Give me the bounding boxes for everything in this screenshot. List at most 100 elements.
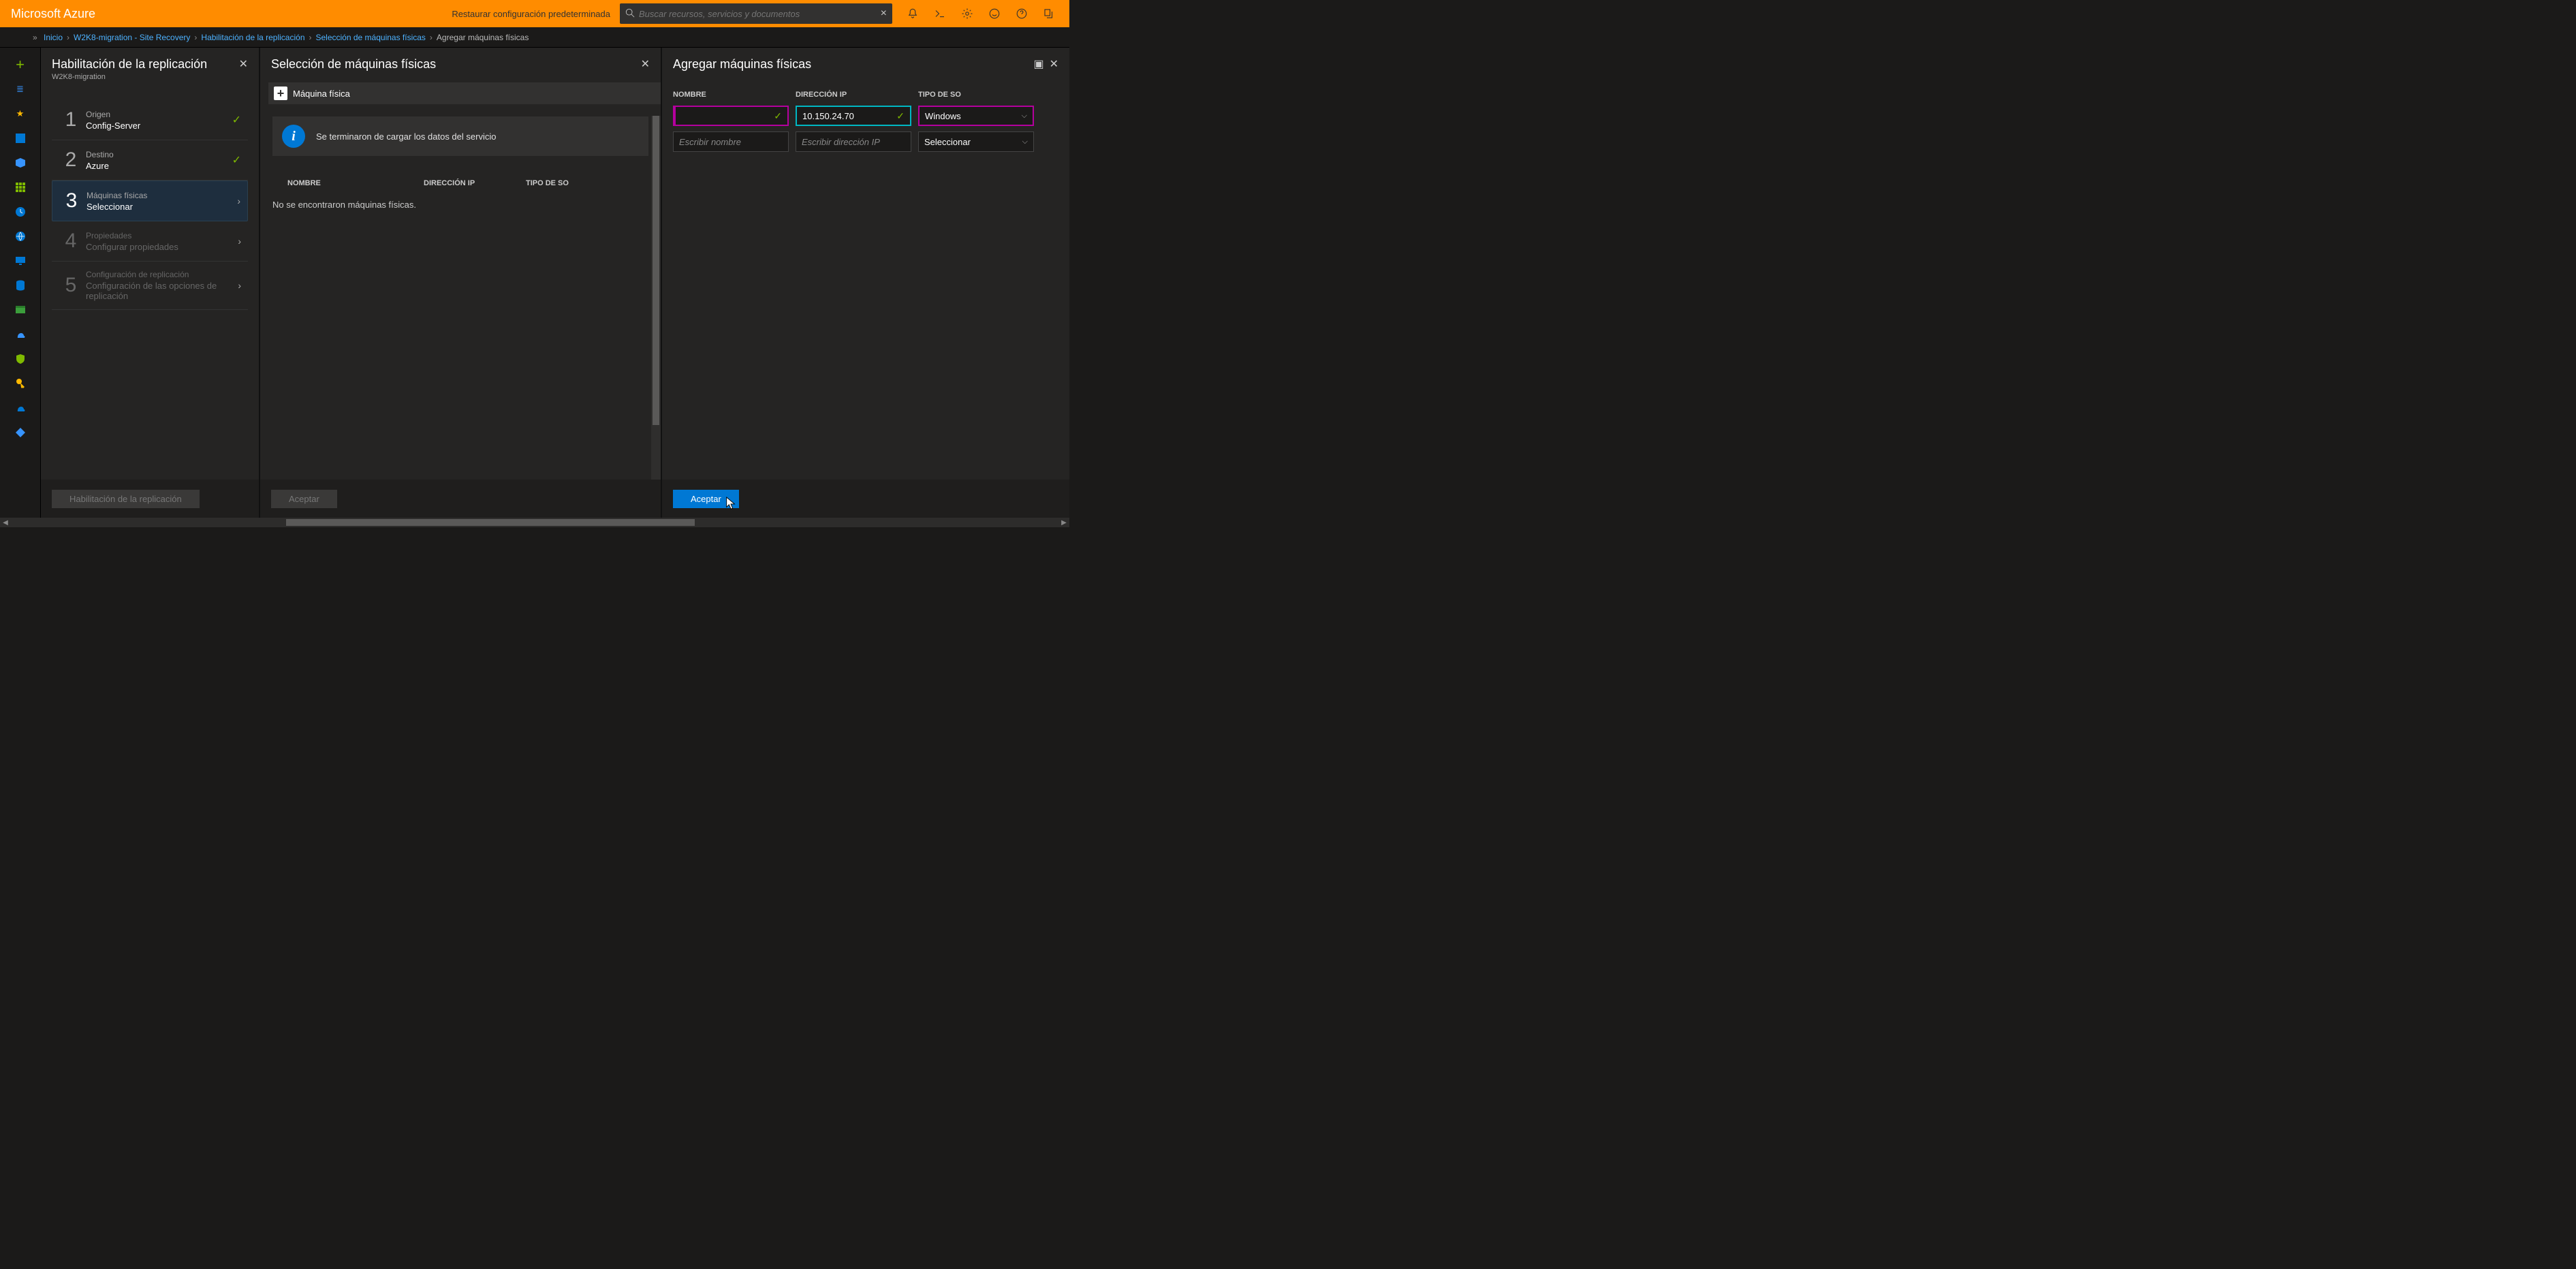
form-col-name: NOMBRE: [673, 91, 796, 99]
ip-input-validated[interactable]: 10.150.24.70 ✓: [796, 106, 911, 126]
nav-recent-icon[interactable]: [7, 200, 34, 223]
nav-all-services-icon[interactable]: ≣: [7, 78, 34, 101]
nav-keys-icon[interactable]: [7, 372, 34, 395]
col-ip: DIRECCIÓN IP: [424, 179, 526, 187]
nav-app-services-icon[interactable]: [7, 225, 34, 248]
blade1-subtitle: W2K8-migration: [52, 73, 234, 81]
nav-security-icon[interactable]: [7, 347, 34, 371]
chevron-right-icon: ›: [237, 195, 240, 206]
top-icon-bar: [899, 0, 1063, 27]
nav-create-icon[interactable]: +: [7, 53, 34, 76]
chevron-down-icon: ⌵: [1022, 112, 1027, 121]
blades-container: Habilitación de la replicación W2K8-migr…: [41, 48, 1069, 518]
col-os: TIPO DE SO: [526, 179, 608, 187]
os-select[interactable]: Windows ⌵: [918, 106, 1034, 126]
horizontal-scrollbar[interactable]: ◀ ▶: [0, 518, 1069, 527]
name-field[interactable]: [681, 111, 782, 121]
nav-virtual-machines-icon[interactable]: [7, 249, 34, 272]
blade2-close-icon[interactable]: ✕: [641, 57, 650, 71]
directory-switch-icon[interactable]: [1035, 0, 1063, 27]
nav-sql-databases-icon[interactable]: [7, 274, 34, 297]
step-replication-settings[interactable]: 5 Configuración de replicación Configura…: [52, 262, 248, 310]
breadcrumb-enable-replication[interactable]: Habilitación de la replicación: [201, 33, 304, 42]
nav-all-resources-icon[interactable]: [7, 176, 34, 199]
step-target[interactable]: 2 Destino Azure ✓: [52, 140, 248, 181]
add-physical-machine-button[interactable]: + Máquina física: [268, 82, 661, 104]
notifications-icon[interactable]: [899, 0, 926, 27]
brand-label: Microsoft Azure: [11, 7, 95, 21]
nav-resource-groups-icon[interactable]: [7, 151, 34, 174]
nav-monitor-icon[interactable]: [7, 421, 34, 444]
enable-replication-button[interactable]: Habilitación de la replicación: [52, 490, 200, 508]
top-bar: Microsoft Azure Restaurar configuración …: [0, 0, 1069, 27]
search-input[interactable]: [639, 9, 881, 19]
blade-select-machines: Selección de máquinas físicas ✕ + Máquin…: [259, 48, 661, 518]
nav-dashboard-icon[interactable]: [7, 127, 34, 150]
breadcrumb-home[interactable]: Inicio: [44, 33, 63, 42]
clear-search-icon[interactable]: ×: [881, 7, 887, 20]
name-field-new[interactable]: [679, 137, 783, 147]
form-columns-header: NOMBRE DIRECCIÓN IP TIPO DE SO: [673, 91, 1058, 99]
settings-gear-icon[interactable]: [954, 0, 981, 27]
blade1-close-icon[interactable]: ✕: [239, 57, 248, 71]
help-icon[interactable]: [1008, 0, 1035, 27]
blade-enable-replication: Habilitación de la replicación W2K8-migr…: [41, 48, 259, 518]
machine-row-new: Seleccionar ⌵: [673, 131, 1058, 152]
ip-value: 10.150.24.70: [802, 111, 854, 121]
blade1-title: Habilitación de la replicación: [52, 57, 234, 72]
step-properties[interactable]: 4 Propiedades Configurar propiedades ›: [52, 221, 248, 262]
blade-add-machines: Agregar máquinas físicas ▣ ✕ NOMBRE DIRE…: [661, 48, 1069, 518]
breadcrumb: » Inicio › W2K8-migration - Site Recover…: [0, 27, 1069, 48]
breadcrumb-select-machines[interactable]: Selección de máquinas físicas: [316, 33, 426, 42]
info-message-text: Se terminaron de cargar los datos del se…: [316, 131, 496, 142]
step-source[interactable]: 1 Origen Config-Server ✓: [52, 100, 248, 140]
scroll-thumb[interactable]: [286, 519, 695, 526]
blade3-close-icon[interactable]: ✕: [1050, 57, 1058, 71]
plus-icon: +: [274, 87, 287, 100]
main-area: + ≣ ★ Habilitación de la replicación W2K…: [0, 48, 1069, 518]
blade2-accept-button[interactable]: Aceptar: [271, 490, 337, 508]
left-nav: + ≣ ★: [0, 48, 41, 518]
search-box[interactable]: ×: [620, 3, 892, 24]
scroll-left-icon[interactable]: ◀: [0, 518, 11, 527]
info-icon: i: [282, 125, 305, 148]
chevron-right-icon: ›: [238, 280, 241, 291]
machines-table-header: NOMBRE DIRECCIÓN IP TIPO DE SO: [287, 179, 648, 187]
cloud-shell-icon[interactable]: [926, 0, 954, 27]
vertical-scrollbar[interactable]: [651, 116, 661, 480]
name-input-validated[interactable]: ✓: [673, 106, 789, 126]
col-name: NOMBRE: [287, 179, 424, 187]
check-icon: ✓: [232, 113, 241, 127]
feedback-smile-icon[interactable]: [981, 0, 1008, 27]
scroll-right-icon[interactable]: ▶: [1058, 518, 1069, 527]
check-icon: ✓: [232, 153, 241, 167]
breadcrumb-recovery[interactable]: W2K8-migration - Site Recovery: [74, 33, 190, 42]
blade3-accept-button[interactable]: Aceptar: [673, 490, 739, 508]
chevron-down-icon: ⌵: [1022, 138, 1028, 146]
blade3-title: Agregar máquinas físicas: [673, 57, 1028, 72]
nav-favorites-icon[interactable]: ★: [7, 102, 34, 125]
nav-virtual-networks-icon[interactable]: [7, 323, 34, 346]
breadcrumb-current: Agregar máquinas físicas: [437, 33, 529, 42]
name-input-empty[interactable]: [673, 131, 789, 152]
chevron-right-icon: ›: [238, 236, 241, 247]
blade3-maximize-icon[interactable]: ▣: [1033, 57, 1043, 71]
reset-default-link[interactable]: Restaurar configuración predeterminada: [452, 9, 610, 19]
nav-storage-icon[interactable]: [7, 298, 34, 322]
check-icon: ✓: [896, 110, 905, 122]
os-placeholder: Seleccionar: [924, 137, 971, 147]
step-physical-machines[interactable]: 3 Máquinas físicas Seleccionar ›: [52, 181, 248, 221]
os-select-empty[interactable]: Seleccionar ⌵: [918, 131, 1034, 152]
breadcrumb-collapse-icon[interactable]: »: [33, 33, 37, 42]
form-col-ip: DIRECCIÓN IP: [796, 91, 918, 99]
form-col-os: TIPO DE SO: [918, 91, 1034, 99]
blade2-title: Selección de máquinas físicas: [271, 57, 635, 72]
ip-field-new[interactable]: [802, 137, 905, 147]
check-icon: ✓: [774, 110, 782, 122]
empty-table-message: No se encontraron máquinas físicas.: [272, 200, 648, 210]
nav-azure-ad-icon[interactable]: [7, 396, 34, 420]
machine-row-1: ✓ 10.150.24.70 ✓ Windows ⌵: [673, 106, 1058, 126]
ip-input-empty[interactable]: [796, 131, 911, 152]
os-value: Windows: [925, 111, 961, 121]
search-icon: [625, 8, 635, 20]
